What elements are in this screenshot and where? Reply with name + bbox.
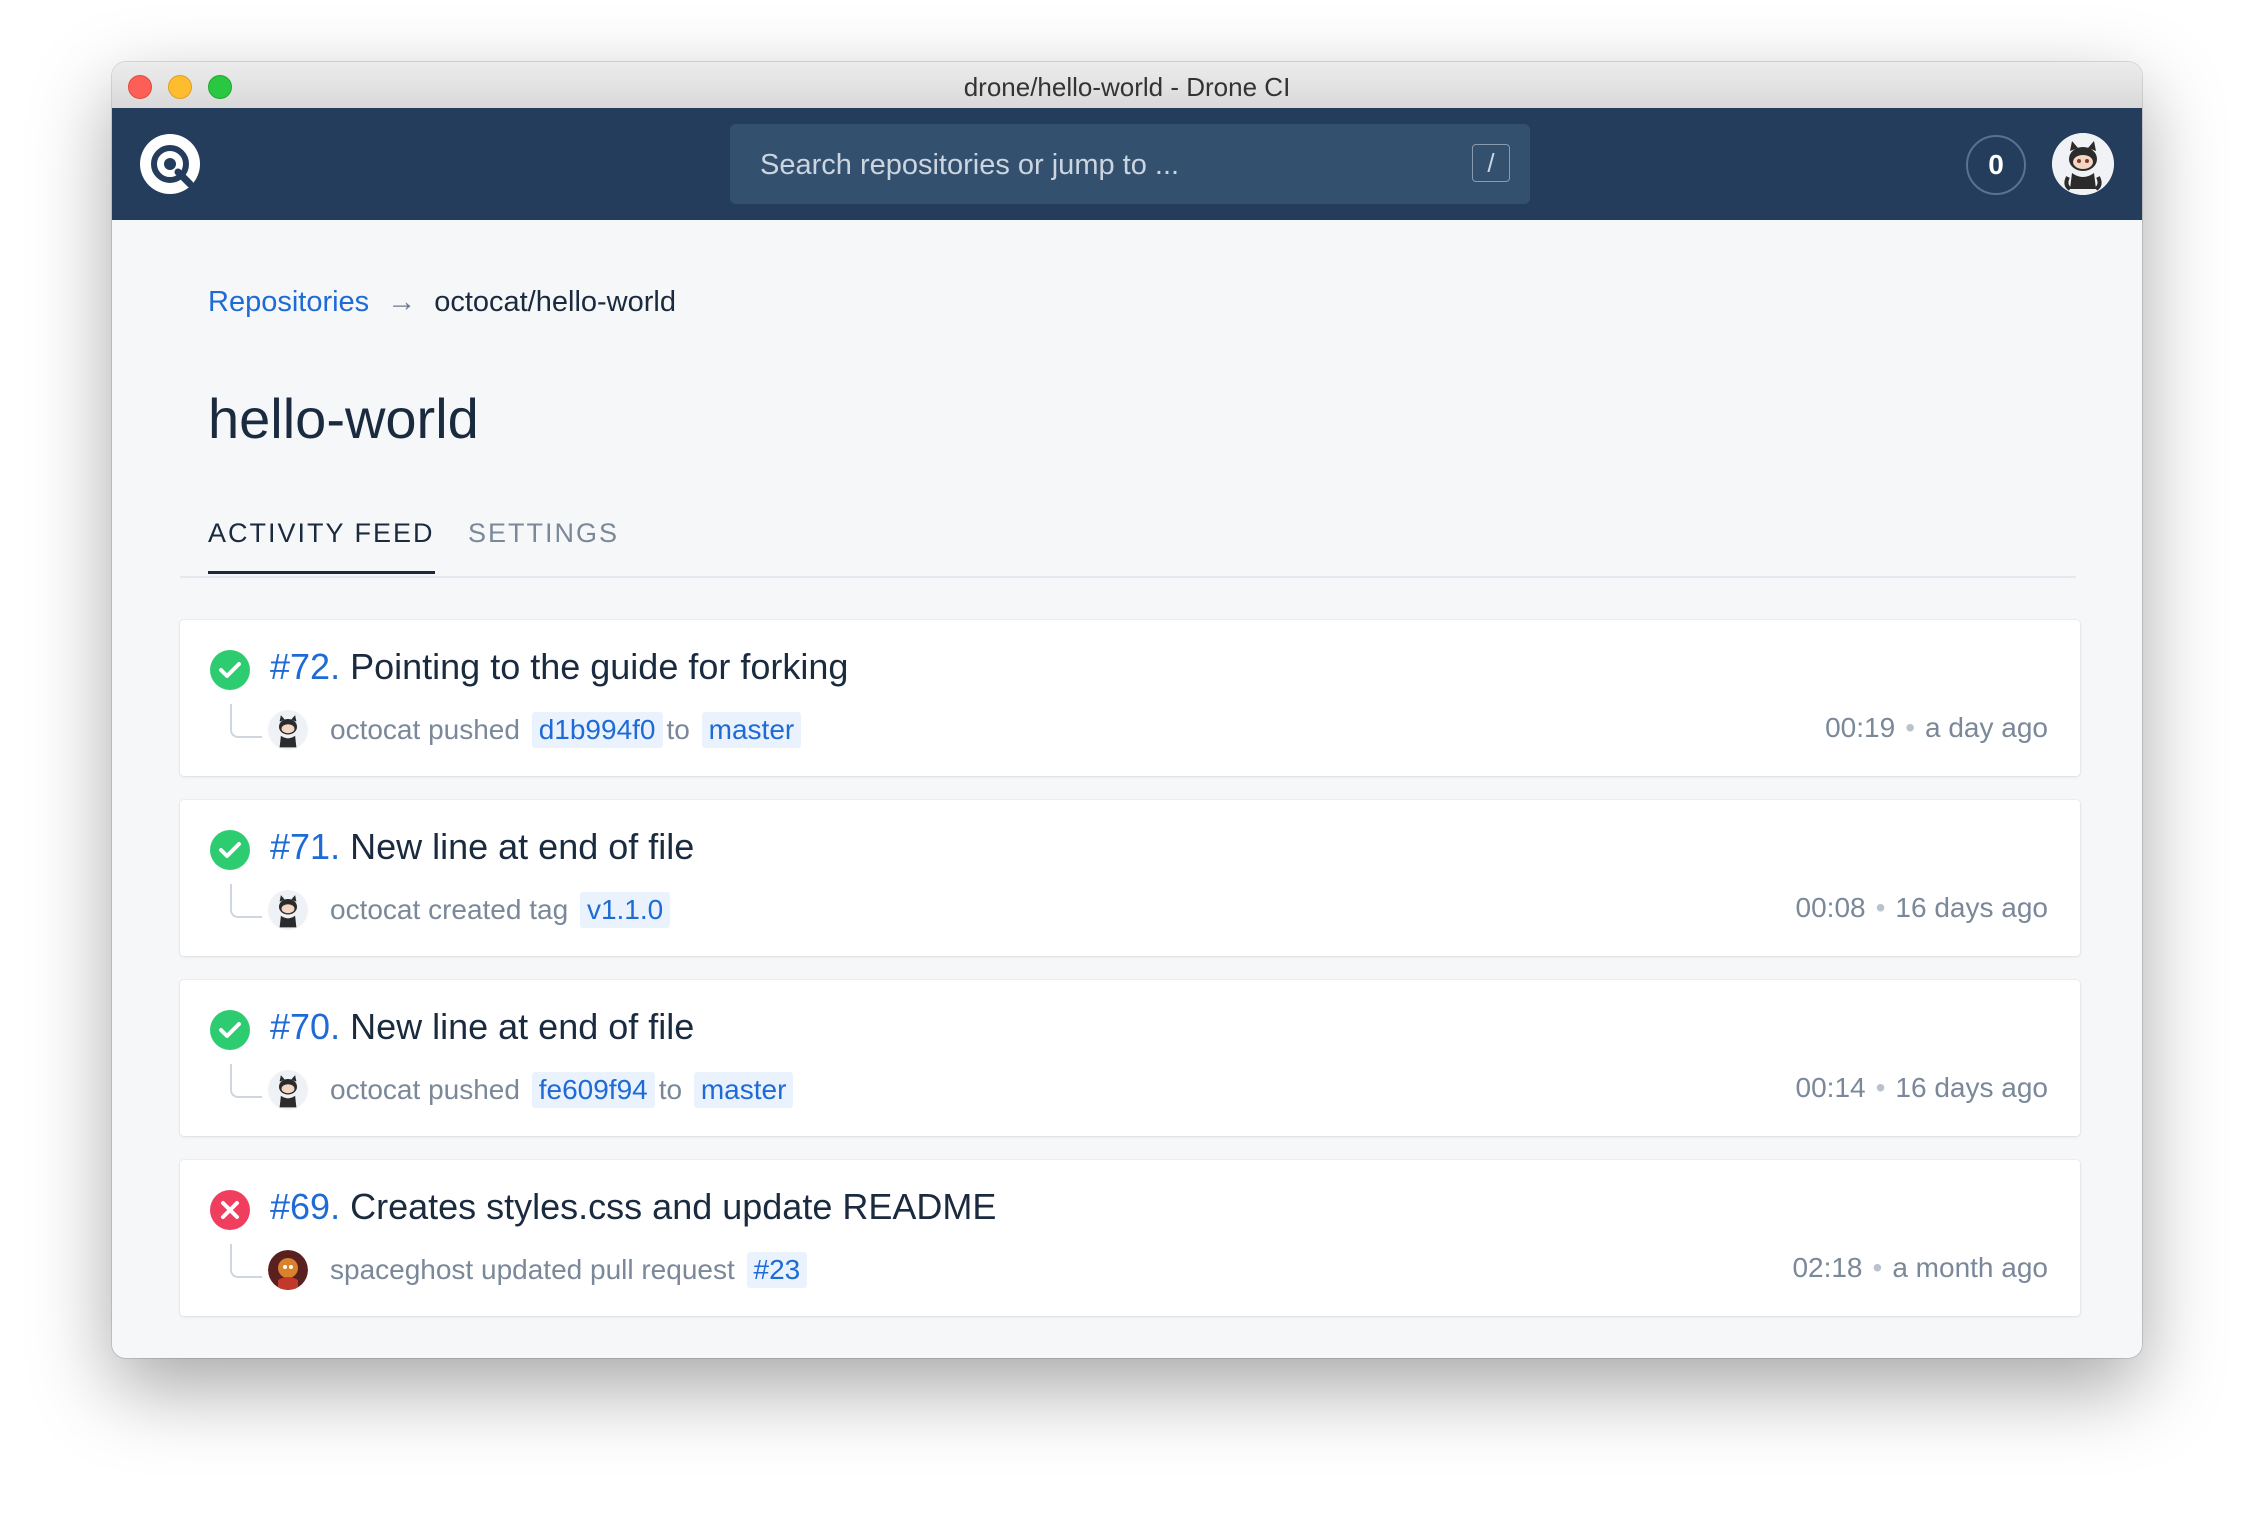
build-action: created tag: [428, 894, 569, 925]
top-navbar: Search repositories or jump to ... / 0: [112, 108, 2142, 220]
build-message: New line at end of file: [350, 1006, 695, 1047]
tag-chip[interactable]: v1.1.0: [579, 892, 671, 928]
tab-settings[interactable]: SETTINGS: [468, 518, 619, 571]
build-action: pushed: [428, 1074, 520, 1105]
separator-dot: •: [1875, 1072, 1886, 1103]
build-card[interactable]: #71. New line at end of file octocat cre…: [180, 800, 2080, 956]
build-number[interactable]: #69.: [270, 1186, 340, 1227]
spaceghost-avatar-icon: [268, 1250, 308, 1290]
search-input[interactable]: Search repositories or jump to ... /: [730, 124, 1530, 204]
check-circle-icon: [210, 650, 250, 690]
build-time-ago: 16 days ago: [1895, 1072, 2048, 1103]
octocat-avatar-icon: [278, 1075, 298, 1108]
user-avatar[interactable]: [2052, 133, 2114, 195]
build-joiner: to: [658, 1074, 683, 1105]
author-avatar: [268, 1250, 308, 1290]
build-card[interactable]: #69. Creates styles.css and update READM…: [180, 1160, 2080, 1316]
build-number[interactable]: #72.: [270, 646, 340, 687]
build-title: #69. Creates styles.css and update READM…: [270, 1186, 996, 1228]
octocat-avatar-icon: [278, 895, 298, 928]
build-meta: spaceghost updated pull request #23: [330, 1252, 811, 1288]
build-meta: octocat pushed d1b994f0 to master: [330, 712, 805, 748]
breadcrumb-arrow-icon: →: [387, 286, 417, 318]
tree-connector: [230, 1064, 262, 1098]
build-timing: 00:19 • a day ago: [1825, 712, 2048, 744]
build-time-ago: a day ago: [1925, 712, 2048, 743]
build-message: Pointing to the guide for forking: [350, 646, 849, 687]
tab-activity-feed[interactable]: ACTIVITY FEED: [208, 518, 435, 574]
check-circle-icon: [210, 830, 250, 870]
build-action: pushed: [428, 714, 520, 745]
tree-connector: [230, 1244, 262, 1278]
build-card[interactable]: #72. Pointing to the guide for forking o…: [180, 620, 2080, 776]
build-time-ago: 16 days ago: [1895, 892, 2048, 923]
author-avatar: [268, 890, 308, 930]
tree-connector: [230, 704, 262, 738]
author-avatar: [268, 1070, 308, 1110]
separator-dot: •: [1875, 892, 1886, 923]
build-meta: octocat created tag v1.1.0: [330, 892, 674, 928]
build-number[interactable]: #70.: [270, 1006, 340, 1047]
page-title: hello-world: [208, 387, 479, 450]
build-author: octocat: [330, 1074, 421, 1105]
branch-chip[interactable]: master: [701, 712, 802, 748]
build-author: spaceghost: [330, 1254, 474, 1285]
separator-dot: •: [1905, 712, 1915, 743]
breadcrumb-repositories-link[interactable]: Repositories: [208, 286, 369, 318]
x-circle-icon: [210, 1190, 250, 1230]
breadcrumb: Repositories → octocat/hello-world: [208, 286, 676, 319]
build-number[interactable]: #71.: [270, 826, 340, 867]
build-title: #70. New line at end of file: [270, 1006, 694, 1048]
build-meta: octocat pushed fe609f94 to master: [330, 1072, 797, 1108]
app-window: drone/hello-world - Drone CI Search repo…: [112, 62, 2142, 1358]
branch-chip[interactable]: master: [693, 1072, 794, 1108]
build-author: octocat: [330, 894, 421, 925]
build-timing: 00:08 • 16 days ago: [1796, 892, 2048, 924]
drone-logo-icon[interactable]: [140, 134, 200, 194]
build-timing: 00:14 • 16 days ago: [1796, 1072, 2048, 1104]
build-joiner: to: [666, 714, 690, 745]
build-message: New line at end of file: [350, 826, 695, 867]
notification-counter[interactable]: 0: [1966, 135, 2026, 195]
tree-connector: [230, 884, 262, 918]
build-card[interactable]: #70. New line at end of file octocat pus…: [180, 980, 2080, 1136]
build-duration: 00:14: [1795, 1072, 1866, 1103]
build-title: #72. Pointing to the guide for forking: [270, 646, 848, 688]
build-duration: 02:18: [1792, 1252, 1863, 1283]
main-content: Repositories → octocat/hello-world hello-w…: [112, 220, 2142, 1358]
search-placeholder: Search repositories or jump to ...: [760, 149, 1180, 181]
title-bar: drone/hello-world - Drone CI: [112, 62, 2142, 109]
build-message: Creates styles.css and update README: [350, 1186, 997, 1227]
author-avatar: [268, 710, 308, 750]
build-duration: 00:08: [1795, 892, 1866, 923]
build-title: #71. New line at end of file: [270, 826, 694, 868]
breadcrumb-current: octocat/hello-world: [434, 286, 676, 318]
octocat-avatar-icon: [278, 715, 298, 748]
commit-ref-chip[interactable]: fe609f94: [531, 1072, 655, 1108]
repo-tabs: ACTIVITY FEED SETTINGS: [180, 500, 2076, 578]
build-duration: 00:19: [1825, 712, 1896, 743]
separator-dot: •: [1872, 1252, 1883, 1283]
build-time-ago: a month ago: [1892, 1252, 2048, 1283]
check-circle-icon: [210, 1010, 250, 1050]
build-timing: 02:18 • a month ago: [1792, 1252, 2048, 1284]
build-action: updated pull request: [481, 1254, 735, 1285]
octocat-avatar-icon: [2052, 133, 2114, 195]
window-title: drone/hello-world - Drone CI: [963, 72, 1291, 102]
search-shortcut-key: /: [1472, 144, 1510, 182]
commit-ref-chip[interactable]: d1b994f0: [531, 712, 663, 748]
pull-request-chip[interactable]: #23: [746, 1252, 808, 1288]
build-author: octocat: [330, 714, 421, 745]
